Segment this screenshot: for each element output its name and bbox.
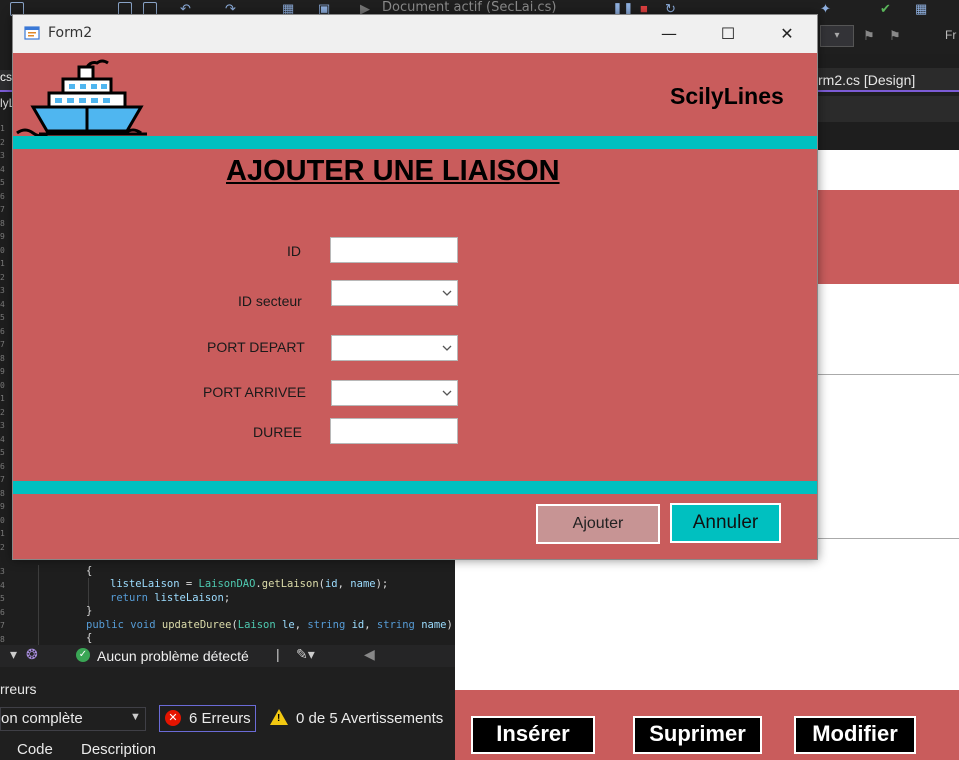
copilot-icon[interactable]: ❂: [26, 646, 38, 663]
ship-logo-icon: [16, 59, 147, 137]
warnings-filter-button[interactable]: 0 de 5 Avertissements: [296, 710, 443, 727]
chevron-down-icon[interactable]: [441, 287, 453, 299]
code-line: return listeLaison;: [110, 592, 231, 604]
chevron-down-icon[interactable]: [441, 387, 453, 399]
flag-group-icon[interactable]: ⚑: [889, 28, 901, 44]
window-title: Form2: [48, 25, 93, 41]
separator: |: [276, 646, 280, 662]
error-icon: ✕: [165, 710, 181, 726]
port-depart-combobox[interactable]: [331, 335, 458, 361]
designer-divider: [818, 538, 959, 539]
port-depart-label: PORT DEPART: [207, 339, 305, 355]
right-subbar: [818, 96, 959, 122]
check-circle-icon: ✓: [76, 648, 90, 662]
chevron-down-icon[interactable]: [441, 342, 453, 354]
error-list-title: rreurs: [0, 681, 37, 697]
warning-icon-mark: !: [277, 713, 281, 724]
minimize-icon[interactable]: —: [646, 15, 692, 53]
code-line: {: [86, 565, 93, 577]
line-number-gutter: 345678: [0, 567, 5, 644]
locale-label: Fr: [945, 28, 957, 42]
suprimer-button[interactable]: Suprimer: [633, 716, 762, 754]
diagnostic-icon[interactable]: ✦: [820, 1, 831, 17]
page-title: AJOUTER UNE LIAISON: [226, 155, 560, 187]
active-document-label[interactable]: Document actif (SecLai.cs): [382, 0, 556, 15]
scroll-left-icon[interactable]: ◀: [364, 646, 375, 663]
problems-status[interactable]: Aucun problème détecté: [97, 648, 249, 664]
id-secteur-combobox[interactable]: [331, 280, 458, 306]
column-header-code[interactable]: Code: [17, 741, 53, 758]
designer-divider: [818, 374, 959, 375]
form2-window: Form2 — ☐ ✕ ScilyLines AJOUTER UNE LIAIS…: [12, 14, 818, 560]
filter-value: on complète: [1, 710, 83, 727]
id-input[interactable]: [330, 237, 458, 263]
form-app-icon: [24, 26, 40, 40]
ajouter-button[interactable]: Ajouter: [536, 504, 660, 544]
code-line: {: [86, 632, 93, 644]
annuler-button[interactable]: Annuler: [670, 503, 781, 543]
code-line: }: [86, 605, 93, 617]
code-line: listeLaison = LaisonDAO.getLaison(id, na…: [110, 578, 389, 590]
indent-guide: [38, 565, 39, 645]
errors-count-label: 6 Erreurs: [189, 710, 251, 727]
designer-surface-lower: [455, 560, 818, 690]
title-bar[interactable]: Form2 — ☐ ✕: [13, 15, 817, 53]
id-label: ID: [287, 243, 301, 259]
chevron-down-icon[interactable]: ▼: [130, 711, 141, 723]
port-arrivee-label: PORT ARRIVEE: [203, 384, 306, 400]
modifier-button[interactable]: Modifier: [794, 716, 916, 754]
designer-header-strip: [818, 190, 959, 284]
maximize-icon[interactable]: ☐: [705, 15, 751, 53]
duree-label: DUREE: [253, 424, 303, 440]
code-line: public void updateDuree(Laison le, strin…: [86, 619, 453, 631]
solution-filter-dropdown[interactable]: on complète: [0, 707, 146, 731]
zoom-dropdown-icon[interactable]: ▾: [10, 646, 17, 663]
duree-input[interactable]: [330, 418, 458, 444]
port-arrivee-combobox[interactable]: [331, 380, 458, 406]
right-config-dropdown[interactable]: ▾: [820, 25, 854, 47]
teal-divider-top: [13, 136, 817, 149]
column-header-description[interactable]: Description: [81, 741, 156, 758]
flag-icon[interactable]: ⚑: [863, 28, 875, 44]
id-secteur-label: ID secteur: [238, 293, 302, 309]
brand-title: ScilyLines: [670, 83, 784, 109]
spellcheck-icon[interactable]: ✔: [880, 1, 891, 17]
brush-icon[interactable]: ✎▾: [296, 646, 315, 663]
designer-tab[interactable]: rm2.cs [Design]: [818, 72, 915, 88]
inserer-button[interactable]: Insérer: [471, 716, 595, 754]
close-icon[interactable]: ✕: [764, 15, 810, 53]
teal-divider-bottom: [13, 481, 817, 494]
indent-guide: [88, 578, 89, 606]
toolbar-more-icon[interactable]: ▦: [915, 1, 927, 17]
